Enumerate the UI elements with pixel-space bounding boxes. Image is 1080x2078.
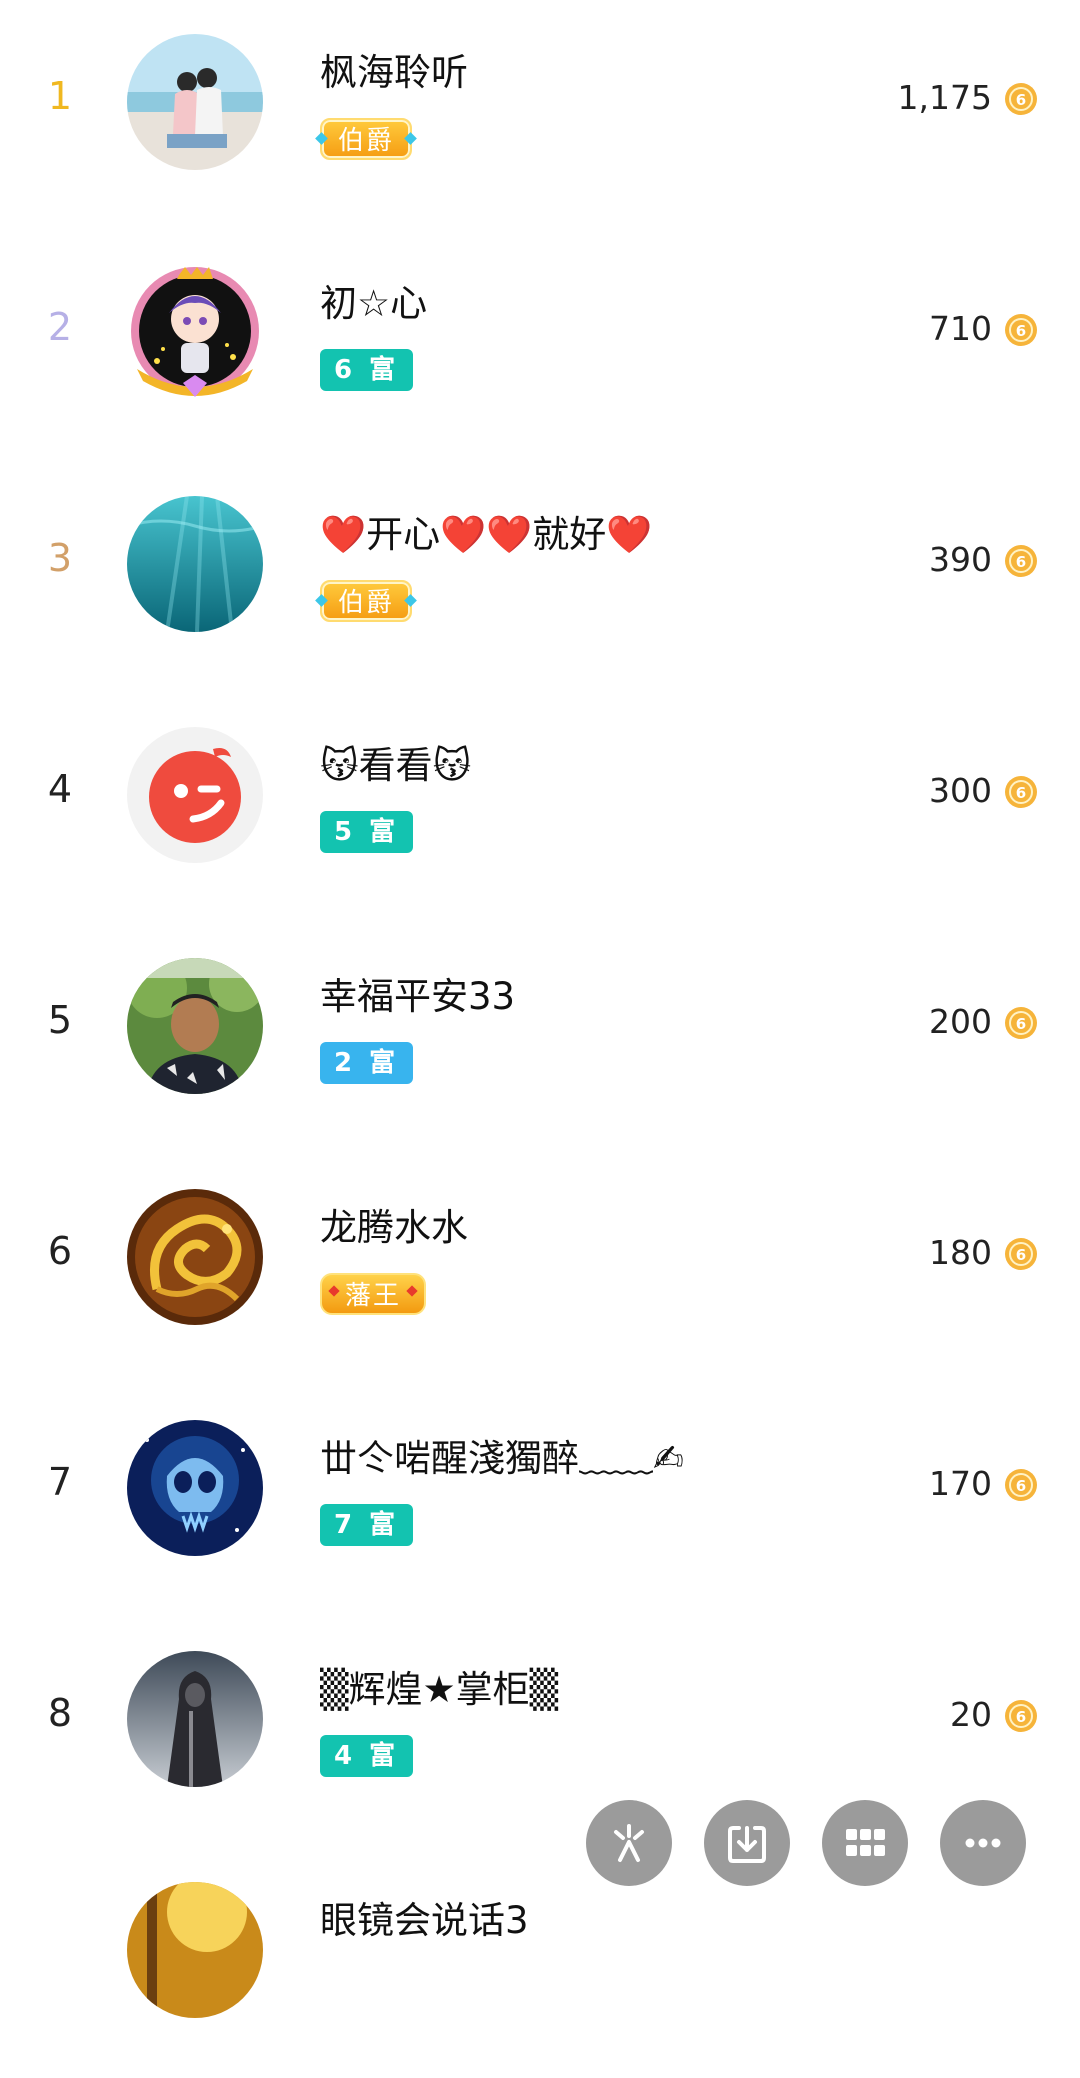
noble-badge: 伯爵 [320, 118, 412, 160]
rank-number: 8 [47, 1691, 73, 1735]
user-name: 眼镜会说话3 [320, 1899, 529, 1942]
gift-score: 1,175 [897, 78, 992, 117]
coin-icon: 6 [1005, 1007, 1037, 1039]
sparkle-icon [614, 1824, 644, 1862]
list-item[interactable]: 7 丗仒啱醒淺獨醉﹏﹏✍ 7 富 170 6 [0, 1386, 1080, 1616]
coin-icon: 6 [1005, 1238, 1037, 1270]
wealth-level-badge: 2 富 [320, 1042, 414, 1084]
noble-badge: 伯爵 [320, 580, 412, 622]
coin-icon: 6 [1005, 776, 1037, 808]
list-item[interactable]: 5 幸福平安33 2 富 200 6 [0, 924, 1080, 1154]
gift-score: 200 [929, 1002, 992, 1041]
list-item[interactable]: 3 ❤️开心❤️❤️就好❤️ 伯爵 390 6 [0, 462, 1080, 692]
gift-score: 180 [929, 1233, 992, 1272]
user-name: 😽看看😽 [320, 744, 472, 787]
avatar[interactable] [127, 496, 263, 632]
sparkle-button[interactable] [586, 1800, 672, 1886]
svg-text:6: 6 [1016, 784, 1026, 802]
rank-number: 1 [47, 74, 73, 118]
user-name: ❤️开心❤️❤️就好❤️ [320, 513, 653, 556]
svg-text:6: 6 [1016, 91, 1026, 109]
svg-text:6: 6 [1016, 1246, 1026, 1264]
more-icon [965, 1838, 1001, 1848]
svg-text:6: 6 [1016, 1708, 1026, 1726]
svg-text:6: 6 [1016, 1015, 1026, 1033]
download-icon [728, 1826, 766, 1863]
rank-number: 6 [47, 1229, 73, 1273]
wealth-level-badge: 7 富 [320, 1504, 414, 1546]
gift-score: 390 [929, 540, 992, 579]
wealth-level-badge: 6 富 [320, 349, 414, 391]
avatar[interactable] [127, 1189, 263, 1325]
list-item[interactable]: 2 初☆心 6 富 710 6 [0, 231, 1080, 461]
avatar[interactable] [127, 727, 263, 863]
list-item[interactable]: 1 枫海聆听 伯爵 1,175 6 [0, 0, 1080, 230]
coin-icon: 6 [1005, 314, 1037, 346]
coin-icon: 6 [1005, 1700, 1037, 1732]
rank-number: 5 [47, 998, 73, 1042]
noble-badge: 藩王 [320, 1273, 426, 1315]
download-button[interactable] [704, 1800, 790, 1886]
gift-score: 300 [929, 771, 992, 810]
list-item[interactable]: 8 ▒辉煌★掌柜▒ 4 富 20 6 [0, 1617, 1080, 1847]
avatar[interactable] [127, 1420, 263, 1556]
coin-icon: 6 [1005, 83, 1037, 115]
user-name: ▒辉煌★掌柜▒ [320, 1668, 559, 1711]
grid-button[interactable] [822, 1800, 908, 1886]
user-name: 丗仒啱醒淺獨醉﹏﹏✍ [320, 1437, 685, 1480]
coin-icon: 6 [1005, 545, 1037, 577]
user-name: 幸福平安33 [320, 975, 516, 1018]
user-name: 枫海聆听 [320, 51, 468, 94]
rank-number: 2 [47, 305, 73, 349]
svg-text:6: 6 [1016, 1477, 1026, 1495]
wealth-level-badge: 4 富 [320, 1735, 414, 1777]
gift-score: 20 [950, 1695, 992, 1734]
rank-number: 3 [47, 536, 73, 580]
avatar[interactable] [127, 1651, 263, 1787]
avatar[interactable] [127, 34, 263, 170]
more-button[interactable] [940, 1800, 1026, 1886]
avatar[interactable] [127, 265, 263, 401]
user-name: 龙腾水水 [320, 1206, 468, 1249]
svg-text:6: 6 [1016, 553, 1026, 571]
wealth-level-badge: 5 富 [320, 811, 414, 853]
list-item[interactable]: 6 龙腾水水 藩王 180 6 [0, 1155, 1080, 1385]
grid-icon [846, 1829, 885, 1856]
gift-score: 710 [929, 309, 992, 348]
rank-number: 4 [47, 767, 73, 811]
list-item[interactable]: 眼镜会说话3 [0, 1848, 1080, 2078]
list-item[interactable]: 4 😽看看😽 5 富 300 6 [0, 693, 1080, 923]
gift-score: 170 [929, 1464, 992, 1503]
coin-icon: 6 [1005, 1469, 1037, 1501]
rank-number: 7 [47, 1460, 73, 1504]
svg-text:6: 6 [1016, 322, 1026, 340]
user-name: 初☆心 [320, 282, 428, 325]
avatar[interactable] [127, 958, 263, 1094]
avatar[interactable] [127, 1882, 263, 2018]
